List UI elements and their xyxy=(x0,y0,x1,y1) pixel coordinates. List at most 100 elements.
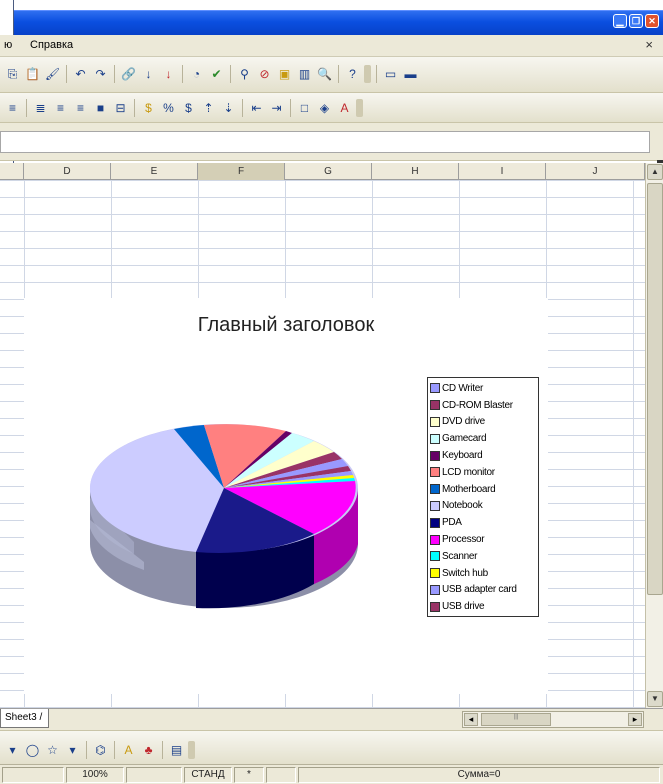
align-center-icon[interactable]: ≡ xyxy=(52,100,69,117)
sort-descending-icon[interactable]: ↓ xyxy=(160,66,177,83)
column-header[interactable]: H xyxy=(372,163,459,180)
column-header[interactable]: D xyxy=(24,163,111,180)
column-header[interactable]: I xyxy=(459,163,546,180)
format-painter-icon[interactable]: 🖌 xyxy=(44,66,61,83)
window-title-bar[interactable]: ▁ ❐ ✕ xyxy=(14,10,663,35)
toolbar-options-icon[interactable] xyxy=(364,65,371,83)
callout-icon[interactable]: ◯ xyxy=(24,742,41,759)
menu-item-help[interactable]: Справка xyxy=(30,39,73,51)
scroll-right-icon[interactable]: ▸ xyxy=(628,713,642,726)
embedded-chart[interactable]: Главный заголовок CD Writer CD-ROM Blast… xyxy=(24,298,548,694)
toolbar-options-icon[interactable] xyxy=(188,741,195,759)
paste-icon[interactable]: 📋 xyxy=(24,66,41,83)
text-box-icon[interactable]: ▭ xyxy=(382,66,399,83)
column-header-partial[interactable] xyxy=(0,163,24,180)
borders-icon[interactable]: □ xyxy=(296,100,313,117)
sheet-tab-label: Sheet3 xyxy=(5,712,37,723)
star-shape-icon[interactable]: ☆ xyxy=(44,742,61,759)
more-shapes-icon[interactable]: ▾ xyxy=(64,742,81,759)
legend-swatch xyxy=(430,584,440,595)
toolbar-separator xyxy=(162,741,163,759)
legend-item: Gamecard xyxy=(430,430,536,447)
align-justify-icon[interactable]: ≣ xyxy=(32,100,49,117)
columns-icon[interactable]: ▥ xyxy=(296,66,313,83)
toolbar-separator xyxy=(66,65,67,83)
diagram-icon[interactable]: ⌬ xyxy=(92,742,109,759)
percent-style-icon[interactable]: % xyxy=(160,100,177,117)
hyperlink-icon[interactable]: 🔗 xyxy=(120,66,137,83)
column-header[interactable]: J xyxy=(546,163,645,180)
help-icon[interactable]: ? xyxy=(344,66,361,83)
scroll-left-icon[interactable]: ◂ xyxy=(464,713,478,726)
clipart-icon[interactable]: ♣ xyxy=(140,742,157,759)
status-mode: СТАНД xyxy=(184,767,232,783)
toolbar-separator xyxy=(376,65,377,83)
scroll-up-icon[interactable]: ▲ xyxy=(647,164,663,180)
align-right-icon[interactable]: ≡ xyxy=(72,100,89,117)
menu-item-window[interactable]: ю xyxy=(4,39,12,51)
sort-ascending-icon[interactable]: ↓ xyxy=(140,66,157,83)
status-zoom: 100% xyxy=(66,767,124,783)
picture-icon[interactable]: ▣ xyxy=(276,66,293,83)
zoom-icon[interactable]: 🔍 xyxy=(316,66,333,83)
shape-dropdown-icon[interactable]: ▾ xyxy=(4,742,21,759)
align-left-icon[interactable]: ≡ xyxy=(4,100,21,117)
toolbar-separator xyxy=(134,99,135,117)
legend-label: LCD monitor xyxy=(442,466,495,478)
status-cell xyxy=(2,767,64,783)
toolbar-options-icon[interactable] xyxy=(356,99,363,117)
merge-cells-icon[interactable]: ⊟ xyxy=(112,100,129,117)
scroll-down-icon[interactable]: ▼ xyxy=(647,691,663,707)
borders-style-icon[interactable]: ▬ xyxy=(402,66,419,83)
chart-legend[interactable]: CD Writer CD-ROM Blaster DVD drive Gamec… xyxy=(427,377,539,617)
legend-item: CD Writer xyxy=(430,380,536,397)
close-document-icon[interactable]: × xyxy=(645,37,653,52)
legend-item: USB adapter card xyxy=(430,582,536,599)
pie-chart-3d[interactable] xyxy=(24,298,424,694)
legend-label: Notebook xyxy=(442,500,483,512)
wordart-icon[interactable]: A xyxy=(120,742,137,759)
minimize-button[interactable]: ▁ xyxy=(613,14,627,28)
undo-icon[interactable]: ↶ xyxy=(72,66,89,83)
legend-label: PDA xyxy=(442,517,462,529)
chart-wizard-icon[interactable]: ◔ xyxy=(188,66,205,83)
vertical-scrollbar[interactable]: ▲ ▼ xyxy=(645,163,663,708)
distributed-icon[interactable]: ■ xyxy=(92,100,109,117)
legend-swatch xyxy=(430,433,440,444)
sheet-tab-sheet3[interactable]: Sheet3 / xyxy=(0,709,50,728)
column-header[interactable]: E xyxy=(111,163,198,180)
increase-decimal-icon[interactable]: ⇡ xyxy=(200,100,217,117)
font-color-icon[interactable]: A xyxy=(336,100,353,117)
legend-swatch xyxy=(430,568,440,579)
legend-item: PDA xyxy=(430,514,536,531)
redo-icon[interactable]: ↷ xyxy=(92,66,109,83)
horizontal-scroll-thumb[interactable]: ||| xyxy=(481,713,551,726)
close-button[interactable]: ✕ xyxy=(645,14,659,28)
decrease-indent-icon[interactable]: ⇤ xyxy=(248,100,265,117)
shadow-style-icon[interactable]: ▤ xyxy=(168,742,185,759)
legend-item: DVD drive xyxy=(430,414,536,431)
legend-item: Switch hub xyxy=(430,565,536,582)
fill-color-icon[interactable]: ◈ xyxy=(316,100,333,117)
vertical-scroll-thumb[interactable] xyxy=(647,183,663,595)
formula-input[interactable] xyxy=(0,131,650,153)
column-header-selected[interactable]: F xyxy=(198,163,285,180)
find-icon[interactable]: ⚲ xyxy=(236,66,253,83)
toolbar-separator xyxy=(338,65,339,83)
standard-toolbar: ⎘ 📋 🖌 ↶ ↷ 🔗 ↓ ↓ ◔ ✔ ⚲ ⊘ ▣ ▥ 🔍 ? ▭ ▬ xyxy=(0,57,663,93)
spellcheck-icon[interactable]: ✔ xyxy=(208,66,225,83)
research-icon[interactable]: ⊘ xyxy=(256,66,273,83)
column-header[interactable]: G xyxy=(285,163,372,180)
increase-indent-icon[interactable]: ⇥ xyxy=(268,100,285,117)
toolbar-separator xyxy=(114,65,115,83)
status-marker: * xyxy=(234,767,264,783)
copy-icon[interactable]: ⎘ xyxy=(4,66,21,83)
comma-style-icon[interactable]: $ xyxy=(180,100,197,117)
status-cell xyxy=(266,767,296,783)
horizontal-scrollbar[interactable]: ◂ ||| ▸ xyxy=(462,711,644,728)
restore-button[interactable]: ❐ xyxy=(629,14,643,28)
formatting-toolbar: ≡ ≣ ≡ ≡ ■ ⊟ $ % $ ⇡ ⇣ ⇤ ⇥ □ ◈ A xyxy=(0,93,663,123)
legend-swatch xyxy=(430,500,440,511)
currency-style-icon[interactable]: $ xyxy=(140,100,157,117)
decrease-decimal-icon[interactable]: ⇣ xyxy=(220,100,237,117)
